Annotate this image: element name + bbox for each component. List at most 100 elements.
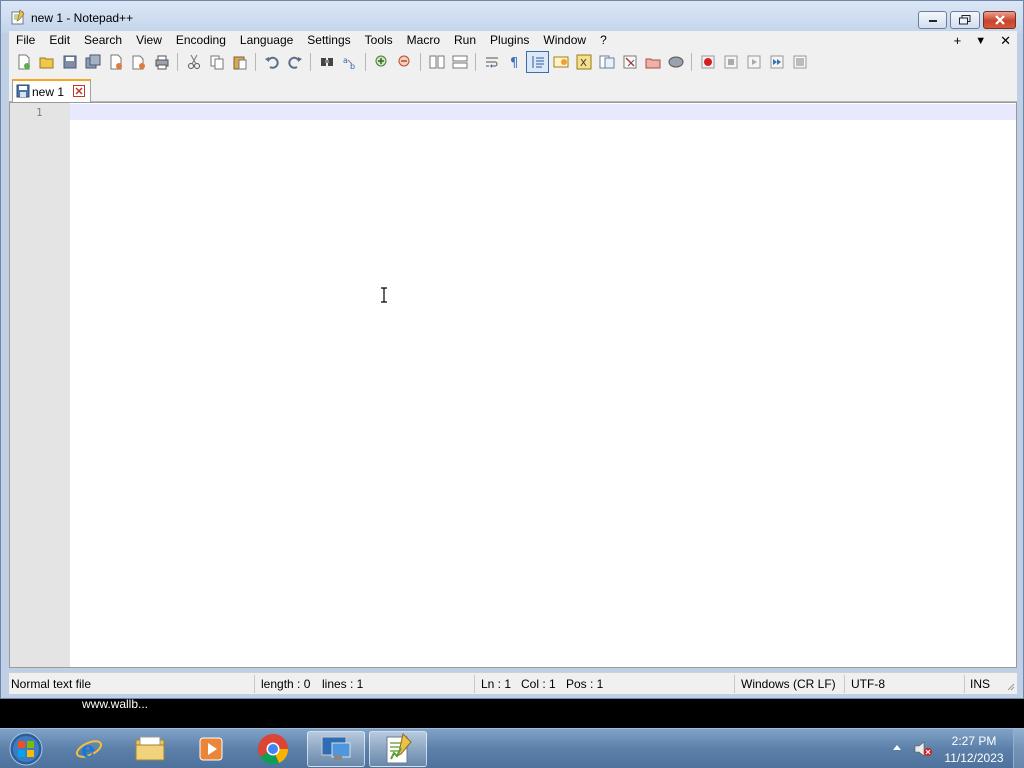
doc-map-icon[interactable] bbox=[595, 51, 618, 73]
status-col: Col : 1 bbox=[521, 677, 556, 691]
toolbar-separator bbox=[255, 53, 256, 71]
remote-desktop-icon[interactable] bbox=[307, 731, 365, 767]
play-macro-icon[interactable] bbox=[742, 51, 765, 73]
save-macro-icon[interactable] bbox=[788, 51, 811, 73]
minimize-button[interactable] bbox=[918, 11, 947, 29]
volume-muted-icon[interactable] bbox=[913, 740, 933, 758]
clock-date[interactable]: 11/12/2023 bbox=[942, 751, 1006, 765]
restore-icon bbox=[959, 15, 971, 25]
function-list-icon[interactable]: X bbox=[572, 51, 595, 73]
show-hidden-icons-arrow-icon[interactable] bbox=[892, 743, 902, 751]
copy-icon[interactable] bbox=[205, 51, 228, 73]
menu-settings[interactable]: Settings bbox=[300, 31, 357, 50]
media-player-icon[interactable] bbox=[182, 731, 240, 767]
floppy-icon bbox=[16, 84, 30, 98]
show-desktop-button[interactable] bbox=[1013, 729, 1024, 768]
word-wrap-icon[interactable] bbox=[480, 51, 503, 73]
clock-time[interactable]: 2:27 PM bbox=[950, 734, 998, 748]
menu-edit[interactable]: Edit bbox=[42, 31, 77, 50]
menu-window[interactable]: Window bbox=[536, 31, 593, 50]
svg-text:¶: ¶ bbox=[510, 56, 518, 70]
toolbar-separator bbox=[475, 53, 476, 71]
notepadpp-taskbar-icon[interactable] bbox=[369, 731, 427, 767]
menu-help[interactable]: ? bbox=[593, 31, 614, 50]
menu-bar: File Edit Search View Encoding Language … bbox=[9, 31, 1017, 50]
toolbar-separator bbox=[420, 53, 421, 71]
undo-icon[interactable] bbox=[260, 51, 283, 73]
cut-icon[interactable] bbox=[182, 51, 205, 73]
status-divider bbox=[734, 675, 735, 693]
open-file-icon[interactable] bbox=[35, 51, 58, 73]
text-editing-area[interactable] bbox=[70, 103, 1016, 667]
zoom-out-icon[interactable] bbox=[393, 51, 416, 73]
print-icon[interactable] bbox=[150, 51, 173, 73]
tab-new-1[interactable]: new 1 bbox=[12, 79, 91, 102]
indent-guide-icon[interactable] bbox=[526, 51, 549, 73]
file-explorer-icon[interactable] bbox=[121, 731, 179, 767]
svg-text:X: X bbox=[580, 58, 587, 69]
status-encoding[interactable]: UTF-8 bbox=[851, 677, 885, 691]
run-macro-multiple-icon[interactable] bbox=[765, 51, 788, 73]
svg-text:a: a bbox=[343, 56, 348, 65]
status-insert-mode[interactable]: INS bbox=[970, 677, 990, 691]
internet-explorer-icon[interactable]: e bbox=[60, 731, 118, 767]
paste-icon[interactable] bbox=[228, 51, 251, 73]
resize-grip-icon[interactable] bbox=[1005, 681, 1015, 691]
status-divider bbox=[254, 675, 255, 693]
taskbar: e 2:27 PM 11/12/2023 bbox=[0, 728, 1024, 768]
title-bar[interactable]: new 1 - Notepad++ bbox=[1, 1, 1023, 33]
menu-encoding[interactable]: Encoding bbox=[169, 31, 233, 50]
tab-list-dropdown-button[interactable]: ▼ bbox=[975, 35, 986, 47]
doc-list-icon[interactable] bbox=[618, 51, 641, 73]
toolbar: ab ¶ X bbox=[9, 50, 1017, 74]
line-number: 1 bbox=[36, 106, 43, 119]
tab-close-icon[interactable] bbox=[73, 85, 85, 97]
menu-plugins[interactable]: Plugins bbox=[483, 31, 536, 50]
menu-tools[interactable]: Tools bbox=[358, 31, 400, 50]
close-window-button[interactable] bbox=[983, 11, 1016, 29]
monitoring-icon[interactable] bbox=[664, 51, 687, 73]
menu-file[interactable]: File bbox=[9, 31, 42, 50]
menu-view[interactable]: View bbox=[129, 31, 169, 50]
redo-icon[interactable] bbox=[283, 51, 306, 73]
menu-macro[interactable]: Macro bbox=[400, 31, 447, 50]
close-icon[interactable] bbox=[104, 51, 127, 73]
menu-language[interactable]: Language bbox=[233, 31, 300, 50]
window-title: new 1 - Notepad++ bbox=[31, 11, 134, 25]
record-macro-icon[interactable] bbox=[696, 51, 719, 73]
chrome-icon[interactable] bbox=[244, 731, 302, 767]
start-button-icon[interactable] bbox=[7, 731, 45, 767]
status-divider bbox=[844, 675, 845, 693]
replace-icon[interactable]: ab bbox=[338, 51, 361, 73]
menu-run[interactable]: Run bbox=[447, 31, 483, 50]
find-icon[interactable] bbox=[315, 51, 338, 73]
sync-vertical-icon[interactable] bbox=[425, 51, 448, 73]
sync-horizontal-icon[interactable] bbox=[448, 51, 471, 73]
maximize-button[interactable] bbox=[950, 11, 980, 29]
new-tab-plus-button[interactable]: + bbox=[954, 33, 962, 48]
status-lines: lines : 1 bbox=[322, 677, 364, 691]
save-icon[interactable] bbox=[58, 51, 81, 73]
status-file-type: Normal text file bbox=[11, 677, 92, 691]
close-document-button[interactable]: ✕ bbox=[1000, 33, 1011, 49]
status-eol[interactable]: Windows (CR LF) bbox=[741, 677, 836, 691]
status-length: length : 0 bbox=[261, 677, 311, 691]
notepadpp-icon bbox=[11, 9, 25, 25]
status-divider bbox=[964, 675, 965, 693]
tooltip-text: www.wallb... bbox=[82, 697, 149, 711]
tab-bar: new 1 bbox=[9, 74, 1017, 102]
toolbar-separator bbox=[310, 53, 311, 71]
zoom-in-icon[interactable] bbox=[370, 51, 393, 73]
line-number-gutter: 1 bbox=[10, 103, 70, 667]
close-all-icon[interactable] bbox=[127, 51, 150, 73]
show-all-chars-icon[interactable]: ¶ bbox=[503, 51, 526, 73]
new-file-icon[interactable] bbox=[12, 51, 35, 73]
menu-search[interactable]: Search bbox=[77, 31, 129, 50]
status-divider bbox=[474, 675, 475, 693]
status-pos: Pos : 1 bbox=[566, 677, 604, 691]
save-all-icon[interactable] bbox=[81, 51, 104, 73]
stop-macro-icon[interactable] bbox=[719, 51, 742, 73]
tab-label: new 1 bbox=[32, 85, 65, 99]
udl-icon[interactable] bbox=[549, 51, 572, 73]
folder-workspace-icon[interactable] bbox=[641, 51, 664, 73]
